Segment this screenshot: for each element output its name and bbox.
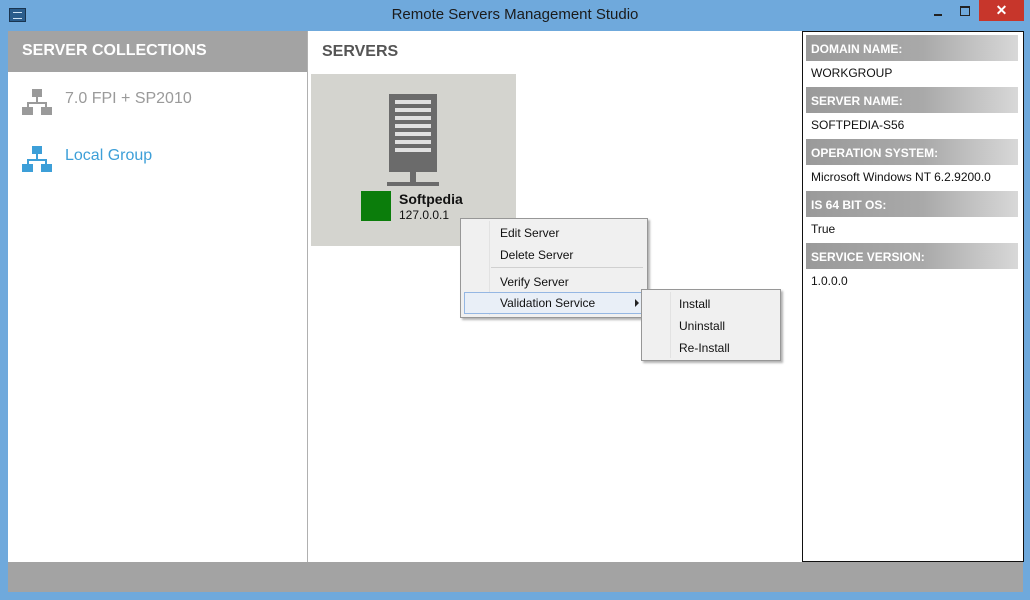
network-icon bbox=[22, 89, 52, 115]
app-window: Remote Servers Management Studio ✕ SERVE… bbox=[0, 0, 1030, 600]
menu-item-verify-server[interactable]: Verify Server bbox=[463, 271, 643, 293]
menu-separator bbox=[491, 267, 643, 268]
server-context-menu: Edit Server Delete Server Verify Server … bbox=[460, 218, 648, 318]
server-name: Softpedia bbox=[399, 191, 463, 207]
menu-item-edit-server[interactable]: Edit Server bbox=[463, 222, 643, 244]
server-icon bbox=[389, 94, 437, 172]
property-label-server-name: SERVER NAME: bbox=[806, 87, 1018, 113]
collection-label: 7.0 FPI + SP2010 bbox=[65, 90, 192, 107]
property-value-operation-system: Microsoft Windows NT 6.2.9200.0 bbox=[811, 170, 991, 184]
server-collections-pane: SERVER COLLECTIONS 7.0 FPI + SP2010 Loca… bbox=[8, 31, 307, 562]
validation-service-submenu: Install Uninstall Re-Install bbox=[641, 289, 781, 361]
title-bar: Remote Servers Management Studio ✕ bbox=[0, 0, 1030, 30]
property-value-service-version: 1.0.0.0 bbox=[811, 274, 848, 288]
status-bar bbox=[8, 562, 1023, 592]
property-label-domain-name: DOMAIN NAME: bbox=[806, 35, 1018, 61]
menu-item-validation-service[interactable]: Validation Service bbox=[464, 292, 644, 314]
collection-item-local-group[interactable]: Local Group bbox=[8, 138, 307, 178]
property-value-is-64-bit: True bbox=[811, 222, 836, 236]
property-label-service-version: SERVICE VERSION: bbox=[806, 243, 1018, 269]
servers-title: SERVERS bbox=[322, 43, 399, 60]
server-status-indicator bbox=[361, 191, 391, 221]
property-label-is-64-bit: IS 64 BIT OS: bbox=[806, 191, 1018, 217]
minimize-button[interactable] bbox=[925, 0, 951, 21]
collection-label: Local Group bbox=[65, 147, 153, 164]
maximize-button[interactable] bbox=[952, 0, 978, 21]
submenu-arrow-icon bbox=[635, 299, 639, 307]
submenu-item-reinstall[interactable]: Re-Install bbox=[644, 337, 776, 359]
property-value-server-name: SOFTPEDIA-S56 bbox=[811, 118, 905, 132]
collection-item-fpi[interactable]: 7.0 FPI + SP2010 bbox=[8, 81, 307, 121]
window-title: Remote Servers Management Studio bbox=[391, 6, 639, 23]
server-properties-pane: DOMAIN NAME: WORKGROUP SERVER NAME: SOFT… bbox=[802, 31, 1024, 562]
property-label-operation-system: OPERATION SYSTEM: bbox=[806, 139, 1018, 165]
submenu-item-uninstall[interactable]: Uninstall bbox=[644, 315, 776, 337]
server-ip: 127.0.0.1 bbox=[399, 208, 450, 222]
server-collections-header: SERVER COLLECTIONS bbox=[8, 31, 307, 72]
menu-item-delete-server[interactable]: Delete Server bbox=[463, 244, 643, 266]
close-button[interactable]: ✕ bbox=[979, 0, 1024, 21]
server-collections-title: SERVER COLLECTIONS bbox=[22, 42, 207, 59]
property-value-domain-name: WORKGROUP bbox=[811, 66, 893, 80]
submenu-item-install[interactable]: Install bbox=[644, 293, 776, 315]
network-icon bbox=[22, 146, 52, 172]
